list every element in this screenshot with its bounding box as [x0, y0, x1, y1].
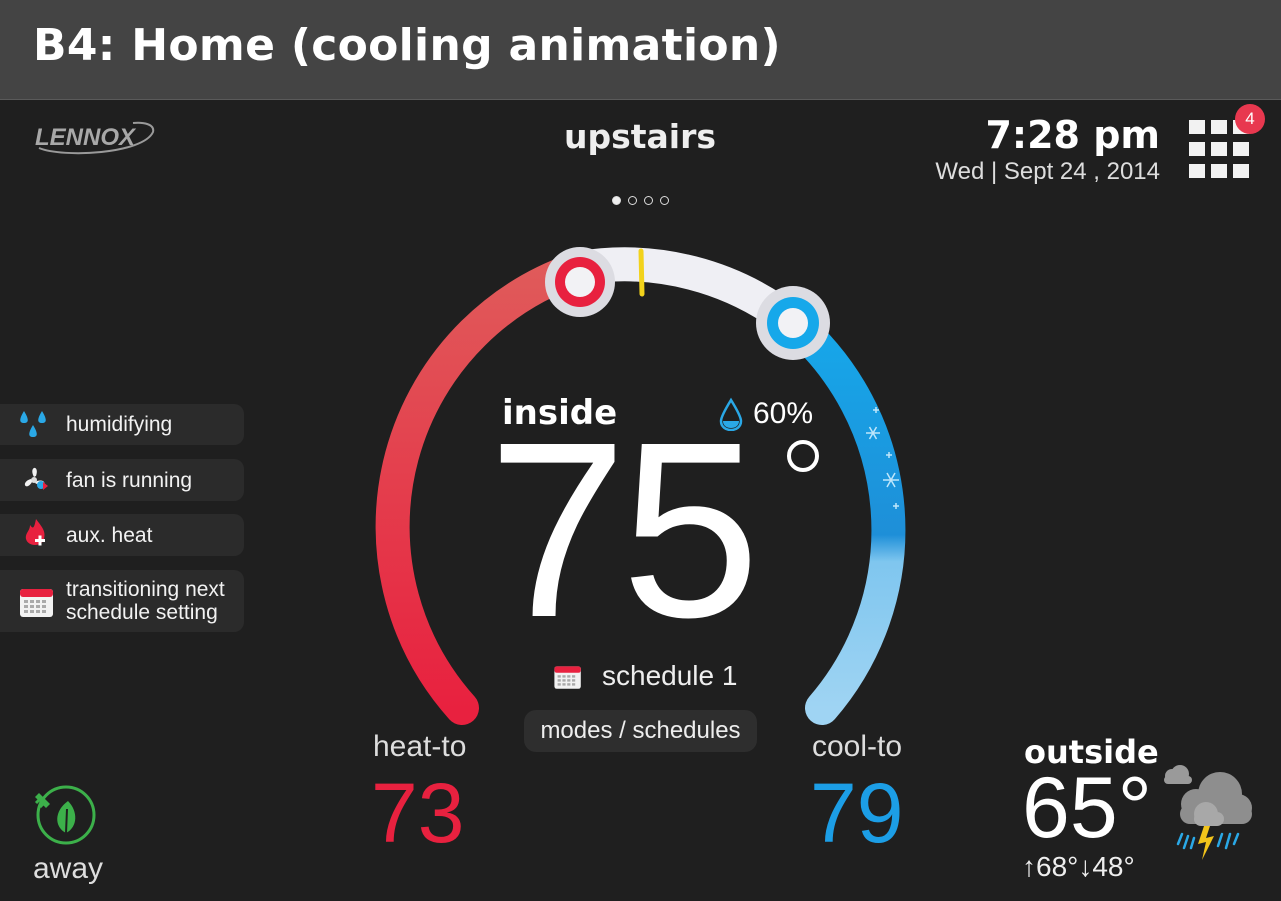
status-aux-heat[interactable]: aux. heat — [0, 514, 244, 556]
status-transitioning[interactable]: transitioning next schedule setting — [0, 570, 244, 632]
cool-arc — [776, 306, 906, 725]
page-dot-3[interactable] — [644, 196, 653, 205]
status-label: fan is running — [66, 468, 193, 492]
outside-high-low: ↑68°↓48° — [1022, 851, 1135, 882]
heat-setpoint-handle[interactable] — [545, 247, 615, 317]
page-dot-1[interactable] — [612, 196, 621, 205]
calendar-icon — [554, 666, 581, 689]
heat-to-value[interactable]: 73 — [371, 768, 464, 858]
status-humidifying[interactable]: humidifying — [0, 404, 244, 445]
cool-to-value[interactable]: 79 — [810, 768, 903, 858]
away-button[interactable]: away — [26, 783, 106, 885]
away-label: away — [33, 852, 104, 885]
zone-name[interactable]: upstairs — [540, 117, 740, 156]
status-label: aux. heat — [66, 523, 153, 547]
page-dot-4[interactable] — [660, 196, 669, 205]
title-bar: B4: Home (cooling animation) — [0, 0, 1281, 100]
cool-setpoint-handle[interactable] — [756, 286, 830, 360]
notification-badge[interactable]: 4 — [1235, 104, 1265, 134]
schedule-indicator[interactable]: schedule 1 — [550, 660, 737, 692]
water-drops-icon — [20, 410, 46, 437]
outside-temperature: 65° — [1022, 760, 1153, 856]
schedule-label: schedule 1 — [602, 660, 738, 691]
calendar-icon — [20, 589, 53, 617]
grid-icon — [1189, 120, 1205, 134]
status-fan-running[interactable]: fan is running — [0, 459, 244, 501]
humidity-value: 60% — [753, 397, 814, 430]
lennox-logo: LENNOX — [35, 121, 155, 155]
fan-icon — [24, 467, 48, 490]
status-label: transitioning next schedule setting — [66, 578, 225, 624]
leaf-plug-icon — [34, 785, 96, 845]
modes-schedules-button[interactable]: modes / schedules — [524, 710, 757, 752]
current-temp-marker — [638, 248, 645, 297]
storm-cloud-icon[interactable] — [1158, 764, 1258, 864]
clock-date: Wed | Sept 24 , 2014 — [935, 158, 1160, 185]
page-indicator[interactable] — [610, 196, 674, 210]
heat-to-label: heat-to — [373, 730, 467, 763]
page-dot-2[interactable] — [628, 196, 637, 205]
clock-time: 7:28 pm — [985, 113, 1160, 157]
inside-temperature: 75 — [488, 390, 760, 669]
brand-text: LENNOX — [35, 124, 137, 151]
status-label: humidifying — [66, 413, 173, 436]
degree-symbol — [787, 440, 819, 472]
page-title: B4: Home (cooling animation) — [33, 20, 781, 71]
cool-to-label: cool-to — [812, 730, 903, 763]
flame-plus-icon — [25, 519, 45, 546]
